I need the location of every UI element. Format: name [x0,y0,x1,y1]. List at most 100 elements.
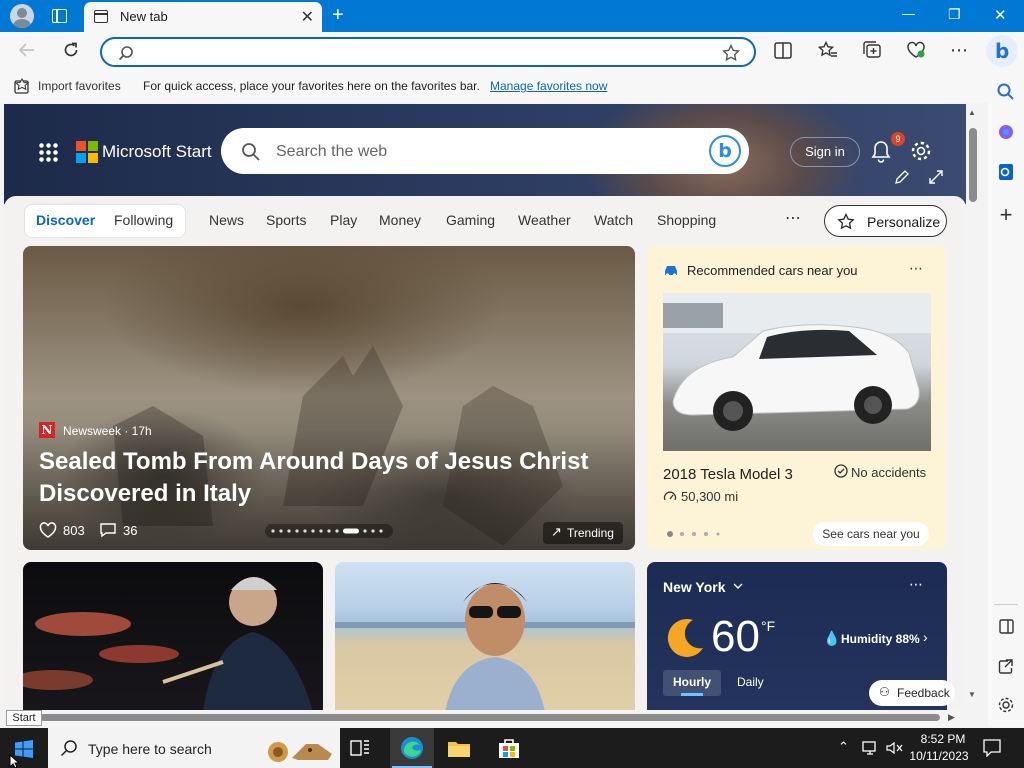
nav-news[interactable]: News [209,212,244,228]
nav-play[interactable]: Play [330,212,357,228]
import-favorites-button[interactable]: Import favorites [38,79,121,93]
nav-gaming[interactable]: Gaming [446,212,495,228]
see-cars-button[interactable]: See cars near you [813,522,929,546]
start-tooltip: Start [6,710,42,726]
performance-heart-icon[interactable] [906,41,926,59]
tab-new-tab[interactable]: New tab ✕ [84,2,322,32]
address-input[interactable] [146,43,706,61]
microsoft-store-icon[interactable] [497,737,521,759]
address-bar[interactable] [100,37,756,67]
manage-favorites-link[interactable]: Manage favorites now [490,79,607,93]
profile-avatar[interactable] [10,4,34,28]
split-screen-icon[interactable] [774,42,792,59]
tab-following[interactable]: Following [114,212,173,228]
collections-icon[interactable] [862,41,882,59]
chevron-down-icon[interactable] [733,582,743,590]
search-highlight-fossil-icon[interactable] [262,732,338,764]
bell-icon[interactable] [870,140,892,164]
web-search-placeholder[interactable]: Search the web [276,143,387,161]
outlook-icon[interactable] [988,162,1024,182]
clock-time[interactable]: 8:52 PM [916,732,970,746]
recommended-cars-card[interactable]: Recommended cars near you ⋯ 2018 Tesla M… [647,246,947,550]
edit-background-icon[interactable] [894,169,910,185]
close-window-button[interactable]: ✕ [994,6,1007,24]
add-sidebar-app-icon[interactable]: + [988,202,1024,228]
import-favorites-icon[interactable] [14,78,32,94]
app-launcher-icon[interactable] [38,142,58,162]
gear-icon[interactable] [910,140,932,162]
nav-shopping[interactable]: Shopping [657,212,716,228]
tab-daily[interactable]: Daily [737,675,764,689]
new-tab-button[interactable]: + [332,4,344,27]
weather-humidity: Humidity 88% [841,632,920,646]
horizontal-scrollbar[interactable]: ▶ [4,710,966,726]
nav-weather[interactable]: Weather [518,212,571,228]
brand-title[interactable]: Microsoft Start [102,142,212,162]
feedback-button[interactable]: ⚇ Feedback [869,680,955,706]
bing-icon: b [995,39,1010,63]
search-icon[interactable] [988,82,1024,102]
open-external-icon[interactable] [988,658,1024,676]
tray-chevron-up-icon[interactable]: ⌃ [838,739,849,755]
comment-icon[interactable] [99,522,117,538]
tab-discover[interactable]: Discover [36,212,95,228]
taskbar-search-box[interactable]: Type here to search [48,728,340,768]
vertical-scroll-thumb[interactable] [969,128,977,202]
water-drop-icon: 💧 [823,630,841,646]
taskbar-edge-app[interactable] [390,728,434,768]
task-view-icon[interactable] [350,739,370,757]
story-headline[interactable]: Sealed Tomb From Around Days of Jesus Ch… [39,446,599,510]
vertical-scrollbar[interactable]: ▲ ▼ [966,104,980,710]
carousel-indicator[interactable] [265,524,393,538]
cars-carousel-dots[interactable] [665,529,725,539]
restore-button[interactable]: ❐ [948,6,961,23]
scroll-down-icon[interactable]: ▼ [968,690,976,699]
notification-center-icon[interactable] [983,739,1001,757]
weather-more-button[interactable]: ⋯ [909,576,923,593]
weather-card[interactable]: New York ⋯ 60 °F 💧 Humidity 88% › Hourly… [647,562,955,710]
cars-card-title[interactable]: Recommended cars near you [687,263,858,278]
nav-watch[interactable]: Watch [594,212,633,228]
weather-unit[interactable]: °F [761,618,775,634]
nav-money[interactable]: Money [379,212,421,228]
cars-card-more-button[interactable]: ⋯ [909,260,923,277]
featured-story-card[interactable]: N Newsweek · 17h Sealed Tomb From Around… [23,246,635,550]
favorite-star-icon[interactable] [722,44,740,62]
story-card-beach[interactable] [335,562,635,710]
settings-more-button[interactable]: ⋯ [950,40,968,61]
story-card-drummer[interactable] [23,562,323,710]
scroll-up-icon[interactable]: ▲ [968,108,976,117]
chevron-right-icon[interactable]: › [923,629,928,645]
web-search-box[interactable]: Search the web b [221,128,749,174]
volume-muted-icon[interactable] [886,741,904,755]
notification-count-badge: 9 [891,132,905,146]
refresh-icon[interactable] [62,41,80,59]
network-icon[interactable] [862,741,880,755]
expand-icon[interactable] [928,169,944,185]
taskbar-search-placeholder: Type here to search [88,741,212,757]
sign-in-button[interactable]: Sign in [790,137,860,167]
personalize-button[interactable]: Personalize [824,205,947,237]
file-explorer-icon[interactable] [447,738,471,758]
tab-close-button[interactable]: ✕ [301,7,314,27]
weather-city[interactable]: New York [663,579,726,595]
minimize-button[interactable]: — [902,6,915,21]
bing-chat-button[interactable]: b [709,135,741,167]
car-model[interactable]: 2018 Tesla Model 3 [663,466,793,483]
scroll-right-icon[interactable]: ▶ [948,712,955,723]
nav-sports[interactable]: Sports [266,212,306,228]
shopping-icon[interactable] [988,122,1024,142]
clock-date[interactable]: 10/11/2023 [908,749,970,763]
tab-actions-icon[interactable] [52,9,67,23]
car-photo[interactable] [663,293,931,451]
nav-more-button[interactable]: ⋯ [785,208,801,228]
heart-icon[interactable] [39,522,57,538]
copilot-button[interactable]: b [986,35,1018,67]
sidebar-panel-icon[interactable] [988,618,1024,636]
back-arrow-icon[interactable] [18,42,36,58]
story-source[interactable]: Newsweek · 17h [63,424,152,438]
tab-hourly[interactable]: Hourly [663,670,721,696]
sidebar-settings-icon[interactable] [988,696,1024,714]
favorites-icon[interactable] [818,41,838,59]
horizontal-scroll-thumb[interactable] [40,714,940,721]
